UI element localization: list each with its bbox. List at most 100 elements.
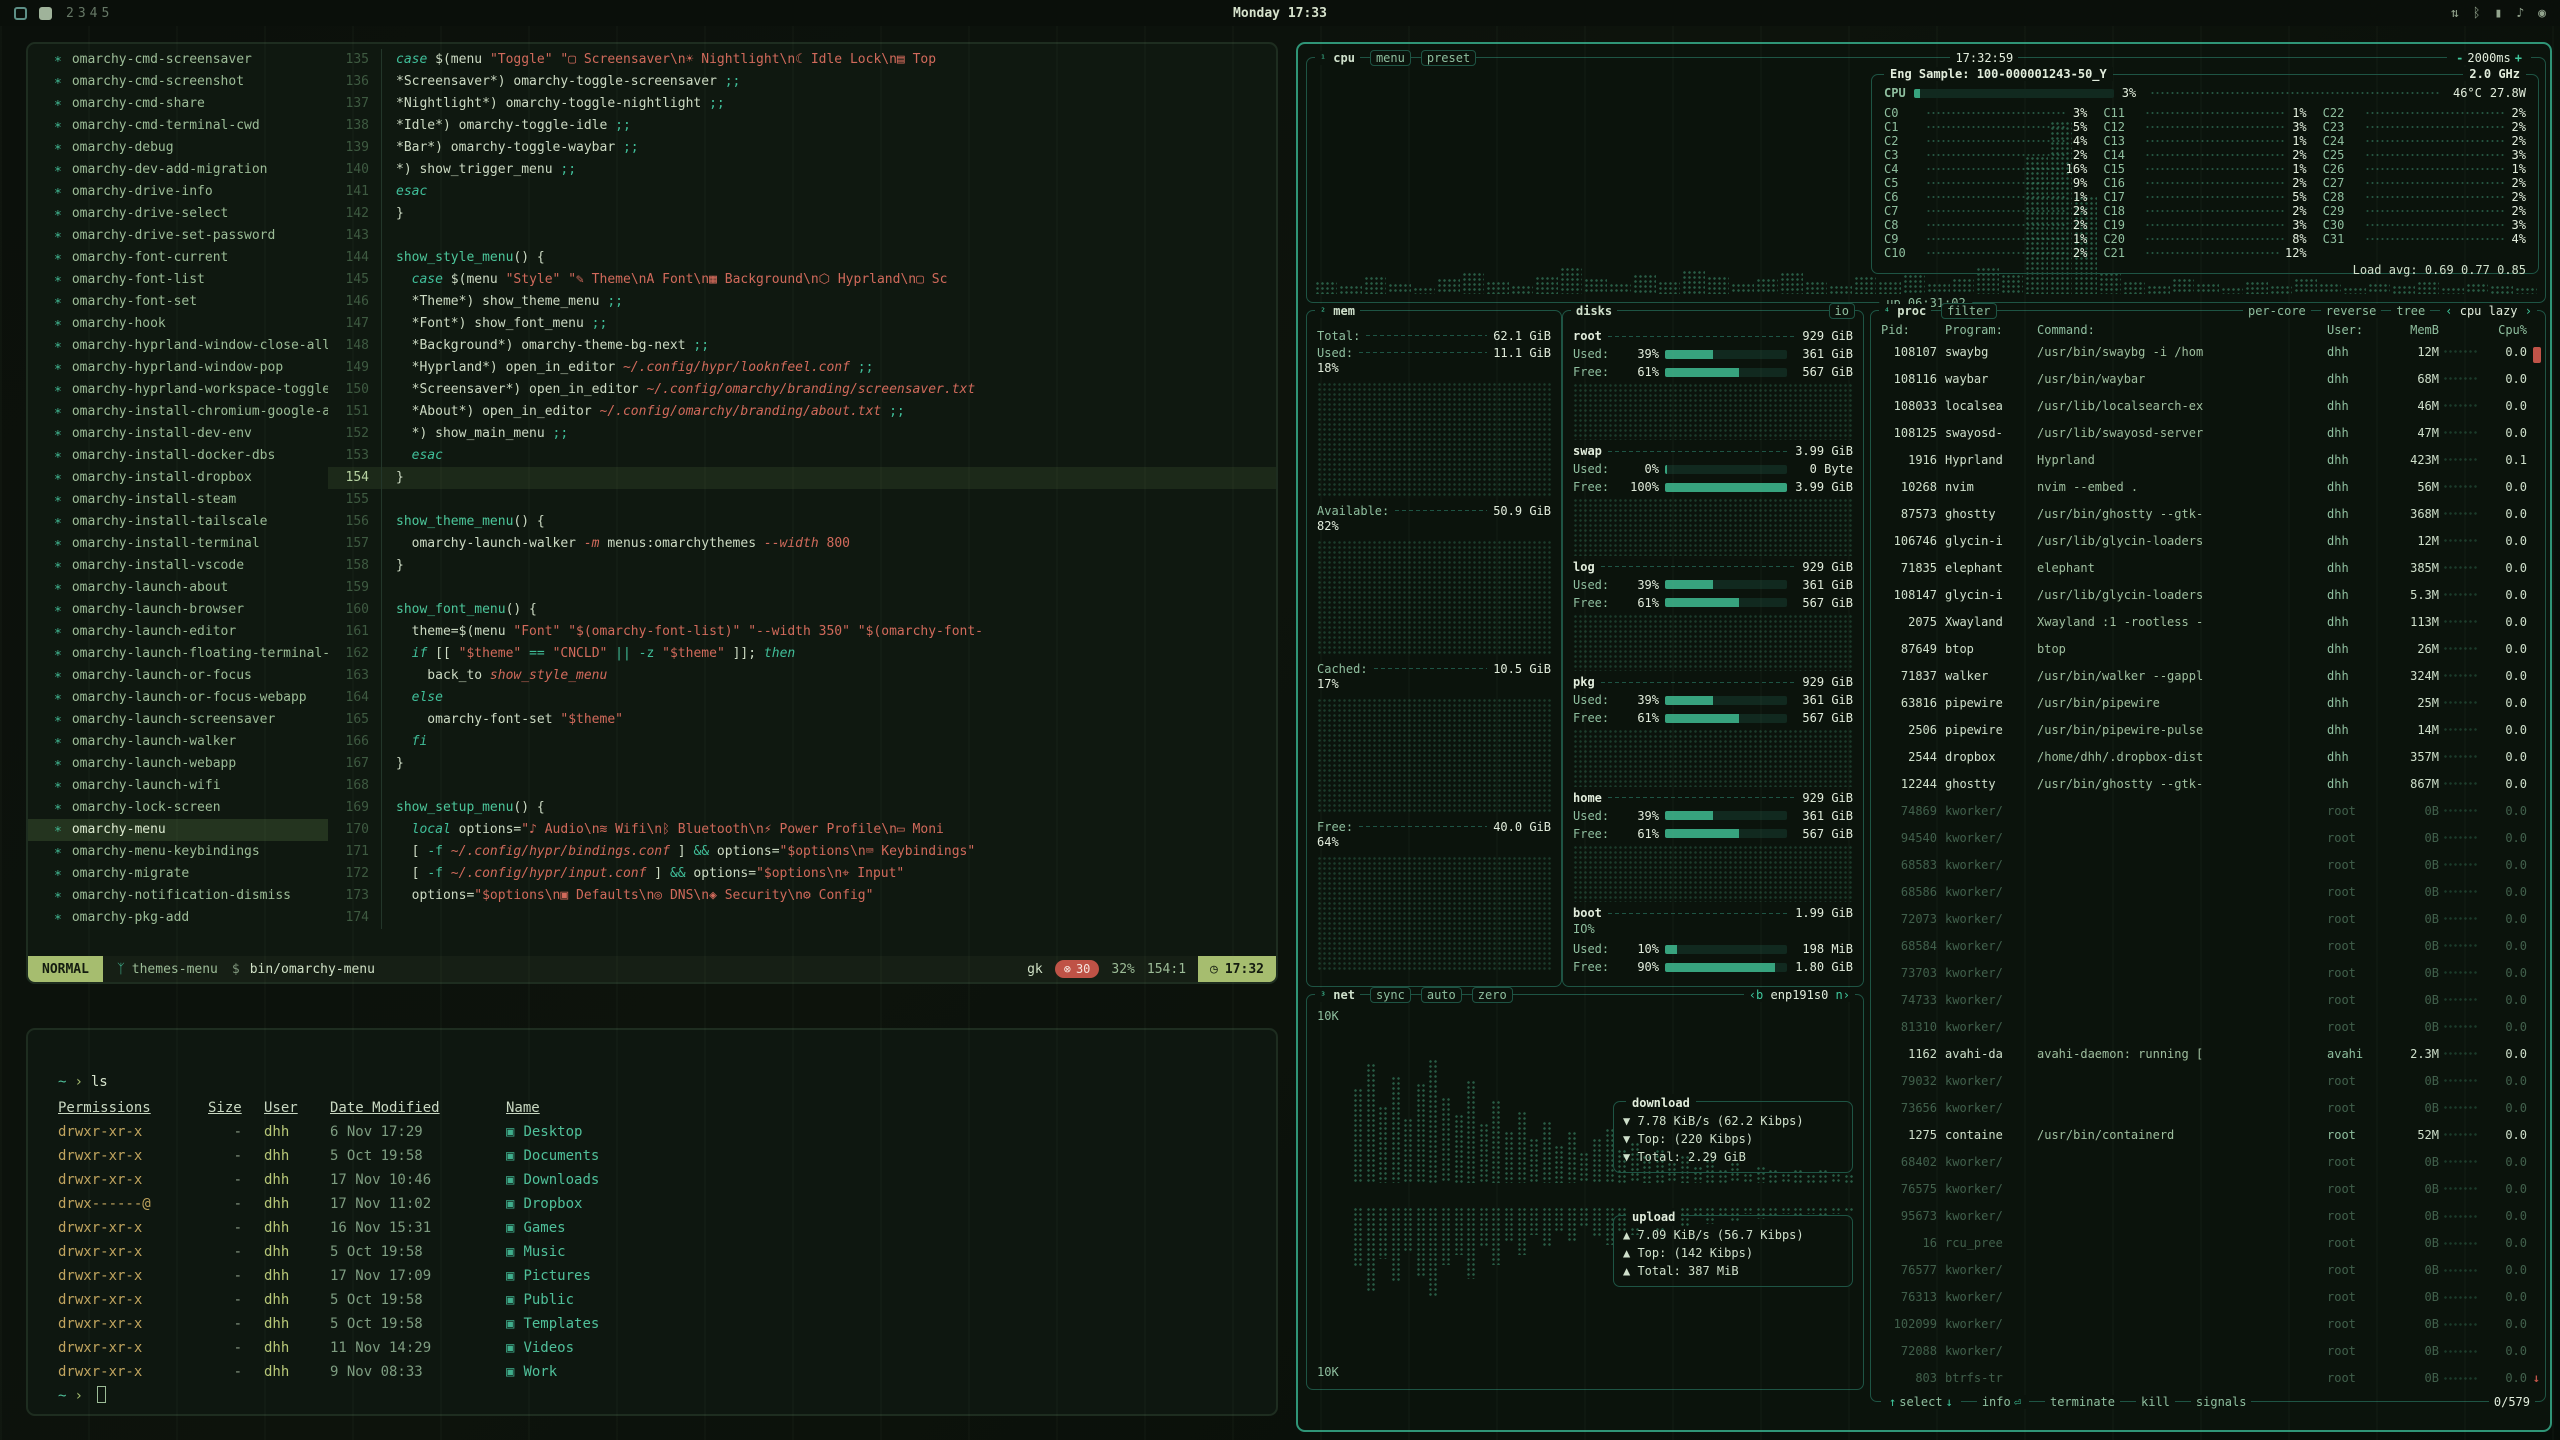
file-tree-item[interactable]: ∗omarchy-font-list bbox=[28, 269, 328, 291]
code-line[interactable]: 141 esac bbox=[328, 181, 1276, 203]
interval-minus-button[interactable]: - bbox=[2452, 51, 2467, 65]
code-line[interactable]: 142 } bbox=[328, 203, 1276, 225]
interval-plus-button[interactable]: + bbox=[2511, 51, 2526, 65]
file-tree-item[interactable]: ∗omarchy-install-dropbox bbox=[28, 467, 328, 489]
code-line[interactable]: 137 *Nightlight*) omarchy-toggle-nightli… bbox=[328, 93, 1276, 115]
file-tree-item[interactable]: ∗omarchy-pkg-add bbox=[28, 907, 328, 929]
col-pid[interactable]: Pid: bbox=[1881, 323, 1945, 337]
file-tree-item[interactable]: ∗omarchy-drive-info bbox=[28, 181, 328, 203]
process-row[interactable]: 73703 kworker/ root 0B 0.0 bbox=[1881, 964, 2527, 981]
terminate-control[interactable]: terminate bbox=[2045, 1395, 2120, 1409]
power-icon[interactable]: ◉ bbox=[2538, 6, 2546, 21]
code-line[interactable]: 162 if [[ "$theme" == "CNCLD" || -z "$th… bbox=[328, 643, 1276, 665]
process-row[interactable]: 12244 ghostty /usr/bin/ghostty --gtk- dh… bbox=[1881, 775, 2527, 792]
workspace-number[interactable]: 5 bbox=[99, 6, 111, 21]
file-tree-item[interactable]: ∗omarchy-debug bbox=[28, 137, 328, 159]
code-line[interactable]: 144 show_style_menu() { bbox=[328, 247, 1276, 269]
code-line[interactable]: 166 fi bbox=[328, 731, 1276, 753]
file-tree-item[interactable]: ∗omarchy-dev-add-migration bbox=[28, 159, 328, 181]
code-line[interactable]: 139 *Bar*) omarchy-toggle-waybar ;; bbox=[328, 137, 1276, 159]
file-tree-item[interactable]: ∗omarchy-launch-webapp bbox=[28, 753, 328, 775]
file-tree-item[interactable]: ∗omarchy-install-tailscale bbox=[28, 511, 328, 533]
code-line[interactable]: 140 *) show_trigger_menu ;; bbox=[328, 159, 1276, 181]
volume-icon[interactable]: ♪ bbox=[2516, 6, 2524, 21]
process-row[interactable]: 2075 Xwayland Xwayland :1 -rootless - dh… bbox=[1881, 613, 2527, 630]
process-row[interactable]: 1916 Hyprland Hyprland dhh 423M 0.1 bbox=[1881, 451, 2527, 468]
code-line[interactable]: 173 options="$options\n▣ Defaults\n◎ DNS… bbox=[328, 885, 1276, 907]
file-tree-item[interactable]: ∗omarchy-launch-screensaver bbox=[28, 709, 328, 731]
workspace-1-indicator[interactable] bbox=[39, 7, 52, 20]
process-row[interactable]: 71835 elephant elephant dhh 385M 0.0 bbox=[1881, 559, 2527, 576]
file-tree-item[interactable]: ∗omarchy-lock-screen bbox=[28, 797, 328, 819]
code-line[interactable]: 171 [ -f ~/.config/hypr/bindings.conf ] … bbox=[328, 841, 1276, 863]
file-tree-item[interactable]: ∗omarchy-drive-set-password bbox=[28, 225, 328, 247]
file-tree-item[interactable]: ∗omarchy-drive-select bbox=[28, 203, 328, 225]
code-line[interactable]: 157 omarchy-launch-walker -m menus:omarc… bbox=[328, 533, 1276, 555]
process-row[interactable]: 74869 kworker/ root 0B 0.0 bbox=[1881, 802, 2527, 819]
signals-control[interactable]: signals bbox=[2191, 1395, 2252, 1409]
file-tree-item[interactable]: ∗omarchy-launch-browser bbox=[28, 599, 328, 621]
process-row[interactable]: 102099 kworker/ root 0B 0.0 bbox=[1881, 1316, 2527, 1333]
code-line[interactable]: 138 *Idle*) omarchy-toggle-idle ;; bbox=[328, 115, 1276, 137]
process-row[interactable]: 108033 localsea /usr/lib/localsearch-ex … bbox=[1881, 397, 2527, 414]
preset-button[interactable]: preset bbox=[1421, 50, 1476, 66]
reverse-toggle[interactable]: reverse bbox=[2321, 304, 2382, 318]
file-tree-item[interactable]: ∗omarchy-cmd-share bbox=[28, 93, 328, 115]
terminal-prompt-line[interactable]: ~› bbox=[58, 1384, 1246, 1408]
process-row[interactable]: 87649 btop btop dhh 26M 0.0 bbox=[1881, 640, 2527, 657]
code-line[interactable]: 174 bbox=[328, 907, 1276, 929]
interface-selector[interactable]: ‹b enp191s0 n› bbox=[1744, 988, 1855, 1002]
process-row[interactable]: 72088 kworker/ root 0B 0.0 bbox=[1881, 1343, 2527, 1360]
process-row[interactable]: 106746 glycin-i /usr/lib/glycin-loaders … bbox=[1881, 532, 2527, 549]
process-row[interactable]: 68583 kworker/ root 0B 0.0 bbox=[1881, 856, 2527, 873]
process-row[interactable]: 63816 pipewire /usr/bin/pipewire dhh 25M… bbox=[1881, 694, 2527, 711]
code-line[interactable]: 154 } bbox=[328, 467, 1276, 489]
process-row[interactable]: 16 rcu_pree root 0B 0.0 bbox=[1881, 1235, 2527, 1252]
file-tree-item[interactable]: ∗omarchy-hyprland-workspace-toggle bbox=[28, 379, 328, 401]
code-line[interactable]: 164 else bbox=[328, 687, 1276, 709]
file-tree-item[interactable]: ∗omarchy-launch-floating-terminal- bbox=[28, 643, 328, 665]
process-row[interactable]: 1275 containe /usr/bin/containerd root 5… bbox=[1881, 1126, 2527, 1143]
filter-button[interactable]: filter bbox=[1941, 303, 1996, 319]
diagnostics-badge[interactable]: ⊗ 30 bbox=[1055, 960, 1100, 978]
file-tree-item[interactable]: ∗omarchy-cmd-screenshot bbox=[28, 71, 328, 93]
file-tree-item[interactable]: ∗omarchy-install-chromium-google-a bbox=[28, 401, 328, 423]
code-line[interactable]: 158 } bbox=[328, 555, 1276, 577]
code-line[interactable]: 156 show_theme_menu() { bbox=[328, 511, 1276, 533]
file-tree-item[interactable]: ∗omarchy-launch-about bbox=[28, 577, 328, 599]
process-row[interactable]: 76313 kworker/ root 0B 0.0 bbox=[1881, 1289, 2527, 1306]
code-line[interactable]: 165 omarchy-font-set "$theme" bbox=[328, 709, 1276, 731]
code-line[interactable]: 155 bbox=[328, 489, 1276, 511]
code-line[interactable]: 160 show_font_menu() { bbox=[328, 599, 1276, 621]
battery-icon[interactable]: ▮ bbox=[2495, 6, 2503, 21]
file-tree-item[interactable]: ∗omarchy-install-terminal bbox=[28, 533, 328, 555]
code-line[interactable]: 145 case $(menu "Style" "✎ Theme\nA Font… bbox=[328, 269, 1276, 291]
net-auto-button[interactable]: auto bbox=[1421, 987, 1462, 1003]
process-row[interactable]: 803 btrfs-tr root 0B 0.0 bbox=[1881, 1370, 2527, 1387]
workspace-number[interactable]: 4 bbox=[88, 6, 100, 21]
process-row[interactable]: 95673 kworker/ root 0B 0.0 bbox=[1881, 1208, 2527, 1225]
file-tree-item[interactable]: ∗omarchy-install-docker-dbs bbox=[28, 445, 328, 467]
file-tree-item[interactable]: ∗omarchy-install-steam bbox=[28, 489, 328, 511]
file-tree-item[interactable]: ∗omarchy-launch-walker bbox=[28, 731, 328, 753]
code-line[interactable]: 148 *Background*) omarchy-theme-bg-next … bbox=[328, 335, 1276, 357]
code-line[interactable]: 169 show_setup_menu() { bbox=[328, 797, 1276, 819]
file-tree-item[interactable]: ∗omarchy-hyprland-window-close-all bbox=[28, 335, 328, 357]
process-row[interactable]: 76575 kworker/ root 0B 0.0 bbox=[1881, 1180, 2527, 1197]
code-line[interactable]: 170 local options="♪ Audio\n≋ Wifi\nᛒ Bl… bbox=[328, 819, 1276, 841]
scrollbar-thumb[interactable] bbox=[2533, 347, 2541, 363]
code-line[interactable]: 167 } bbox=[328, 753, 1276, 775]
code-line[interactable]: 161 theme=$(menu "Font" "$(omarchy-font-… bbox=[328, 621, 1276, 643]
process-row[interactable]: 87573 ghostty /usr/bin/ghostty --gtk- dh… bbox=[1881, 505, 2527, 522]
io-toggle-button[interactable]: io bbox=[1829, 303, 1855, 319]
net-zero-button[interactable]: zero bbox=[1472, 987, 1513, 1003]
process-row[interactable]: 94540 kworker/ root 0B 0.0 bbox=[1881, 829, 2527, 846]
file-tree-item[interactable]: ∗omarchy-install-dev-env bbox=[28, 423, 328, 445]
code-line[interactable]: 153 esac bbox=[328, 445, 1276, 467]
workspace-number[interactable]: 2 bbox=[64, 6, 76, 21]
workspace-number[interactable]: 3 bbox=[76, 6, 88, 21]
file-tree-item[interactable]: ∗omarchy-hyprland-window-pop bbox=[28, 357, 328, 379]
code-line[interactable]: 163 back_to show_style_menu bbox=[328, 665, 1276, 687]
file-tree-item[interactable]: ∗omarchy-launch-or-focus-webapp bbox=[28, 687, 328, 709]
process-row[interactable]: 76577 kworker/ root 0B 0.0 bbox=[1881, 1262, 2527, 1279]
